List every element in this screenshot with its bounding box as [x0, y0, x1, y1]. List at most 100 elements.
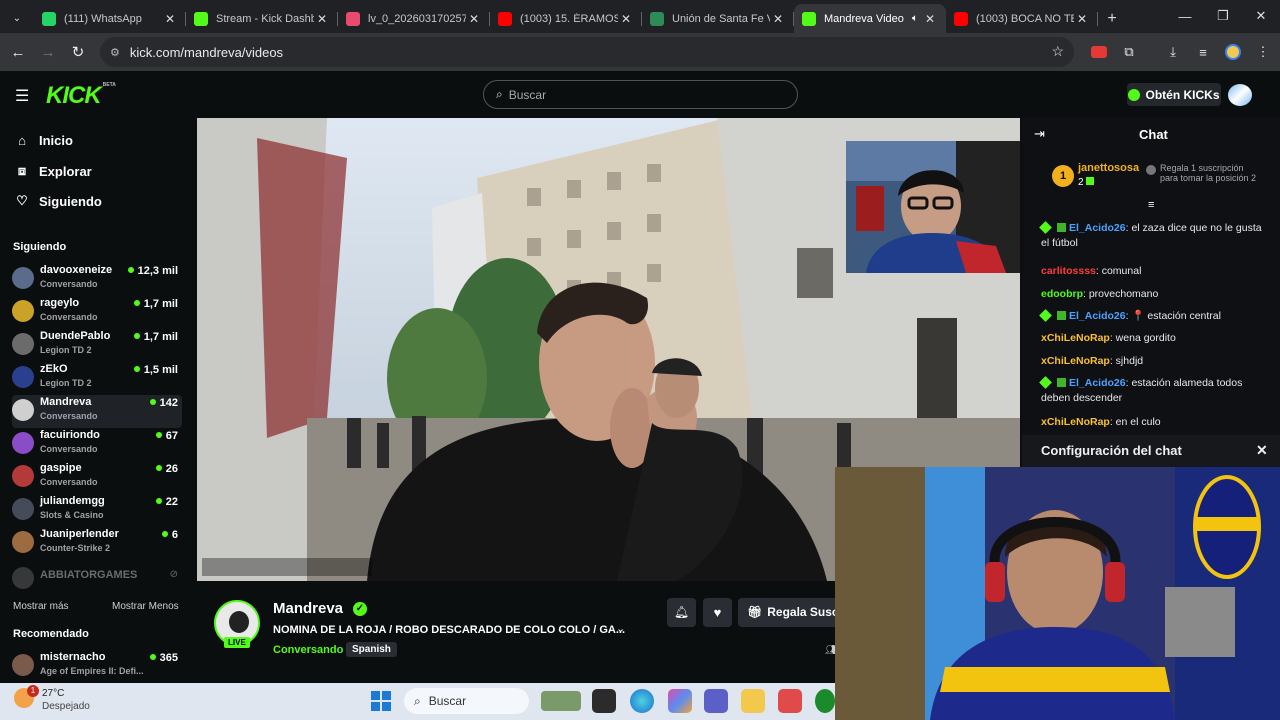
gift-label: Regala Susc	[767, 605, 837, 619]
chat-username[interactable]: edoobrp	[1041, 288, 1083, 300]
close-settings-icon[interactable]: ✕	[1256, 442, 1268, 459]
app-icon[interactable]	[815, 689, 835, 713]
close-tab-icon[interactable]: ✕	[314, 12, 330, 26]
sidebar-channel[interactable]: rageylo Conversando 1,7 mil	[12, 296, 182, 329]
chat-username[interactable]: El_Acido26	[1069, 310, 1126, 322]
sidebar-nav-item[interactable]: ⧈ Explorar	[14, 163, 92, 179]
close-tab-icon[interactable]: ✕	[1074, 12, 1090, 26]
tab-audio-icon[interactable]: 🔈︎	[912, 13, 918, 24]
extension-youtube-icon[interactable]	[1091, 46, 1107, 58]
follow-heart-icon[interactable]: ♥	[703, 598, 732, 627]
chat-username[interactable]: xChiLeNoRap	[1041, 332, 1110, 344]
leaderboard-user[interactable]: janettososa	[1078, 162, 1139, 174]
tab-title: (1003) 15. ÉRAMOS (	[520, 12, 618, 25]
language-tag[interactable]: Spanish	[346, 642, 397, 657]
new-tab-button[interactable]: +	[1098, 5, 1126, 33]
chat-settings-header: Configuración del chat ✕	[1022, 435, 1280, 467]
close-tab-icon[interactable]: ✕	[162, 12, 178, 26]
search-input[interactable]: ⌕ Buscar	[483, 80, 798, 109]
maximize-icon[interactable]: ❐	[1204, 0, 1242, 32]
sidebar-channel[interactable]: juliandemgg Slots & Casino 22	[12, 494, 182, 527]
close-tab-icon[interactable]: ✕	[618, 12, 634, 26]
chat-username[interactable]: El_Acido26	[1069, 377, 1126, 389]
edge-icon[interactable]	[630, 689, 654, 713]
close-tab-icon[interactable]: ✕	[770, 12, 786, 26]
reload-icon[interactable]: ↻	[63, 37, 93, 67]
channel-category: Conversando	[40, 279, 98, 289]
sidebar-nav-item[interactable]: ⌂ Inicio	[14, 133, 73, 148]
extensions-puzzle-icon[interactable]: ⧉	[1119, 42, 1139, 62]
chat-username[interactable]: xChiLeNoRap	[1041, 355, 1110, 367]
close-window-icon[interactable]: ✕	[1242, 0, 1280, 32]
start-icon[interactable]	[370, 690, 392, 712]
back-icon[interactable]: ←	[3, 37, 33, 67]
show-more-link[interactable]: Mostrar más	[13, 601, 69, 612]
browser-tab[interactable]: Stream - Kick Dashbo ✕	[186, 4, 338, 33]
download-icon[interactable]: ⤓	[1163, 42, 1183, 62]
url-text: kick.com/mandreva/videos	[129, 44, 284, 60]
recommended-channel[interactable]: misternacho Age of Empires II: Defi... 3…	[12, 650, 182, 683]
file-explorer-icon[interactable]	[741, 689, 765, 713]
stream-category[interactable]: Conversando	[273, 644, 343, 656]
close-tab-icon[interactable]: ✕	[466, 12, 482, 26]
sidebar-channel-offline[interactable]: ABBIATORGAMES ⊘	[12, 563, 182, 596]
forward-icon[interactable]: →	[33, 37, 63, 67]
browser-tab[interactable]: Mandreva Video 🔈︎ ✕	[794, 4, 946, 33]
streamer-name[interactable]: Mandreva	[273, 600, 343, 617]
task-view-icon[interactable]	[592, 689, 616, 713]
capcut-icon	[346, 11, 360, 26]
channel-name: misternacho	[40, 651, 106, 663]
avatar	[12, 567, 34, 589]
chat-username[interactable]: xChiLeNoRap	[1041, 416, 1110, 428]
get-kicks-button[interactable]: Obtén KICKs	[1127, 83, 1221, 106]
browser-tab[interactable]: Unión de Santa Fe V ✕	[642, 4, 794, 33]
bookmark-star-icon[interactable]: ☆	[1051, 43, 1064, 60]
expand-leaderboard-icon[interactable]: ≡	[1148, 199, 1154, 211]
channel-name: zEkO	[40, 363, 68, 375]
search-placeholder: Buscar	[508, 87, 547, 102]
gift-subscription-button[interactable]: 🎁︎ Regala Susc	[738, 598, 837, 627]
url-field[interactable]: ⚙ kick.com/mandreva/videos ☆	[100, 37, 1074, 67]
user-avatar[interactable]	[1228, 84, 1252, 106]
sub-badge-icon	[1057, 311, 1066, 320]
site-info-icon[interactable]: ⚙	[110, 46, 120, 59]
profile-avatar[interactable]	[1225, 44, 1241, 60]
channel-category: Conversando	[40, 411, 98, 421]
sidebar-channel[interactable]: Juaniperlender Counter-Strike 2 6	[12, 527, 182, 560]
browser-tab[interactable]: (111) WhatsApp ✕	[34, 4, 186, 33]
taskbar-search[interactable]: ⌕ Buscar	[404, 688, 529, 714]
chat-username[interactable]: El_Acido26	[1069, 222, 1126, 234]
tab-search-icon[interactable]: ⌄	[0, 4, 34, 33]
chat-text: : wena gordito	[1109, 332, 1176, 344]
chat-title: Chat	[1139, 127, 1168, 142]
avatar	[12, 267, 34, 289]
copilot-icon[interactable]	[668, 689, 692, 713]
teams-icon[interactable]	[704, 689, 728, 713]
media-control-icon[interactable]: ≡	[1193, 42, 1213, 62]
sidebar-channel[interactable]: Mandreva Conversando 142	[12, 395, 182, 428]
close-tab-icon[interactable]: ✕	[922, 12, 938, 26]
nav-label: Inicio	[39, 133, 73, 148]
browser-tab[interactable]: (1003) BOCA NO TE ✕	[946, 4, 1098, 33]
collapse-chat-icon[interactable]: ⇥	[1034, 126, 1045, 142]
hamburger-menu-icon[interactable]: ☰	[15, 86, 29, 106]
expand-title-icon[interactable]: ⌄	[616, 622, 625, 635]
sidebar-channel[interactable]: gaspipe Conversando 26	[12, 461, 182, 494]
browser-tab[interactable]: lv_0_20260317025756✕	[338, 4, 490, 33]
browser-menu-icon[interactable]: ⋮	[1253, 42, 1273, 62]
capcut-app-icon[interactable]	[778, 689, 802, 713]
sidebar-channel[interactable]: DuendePablo Legion TD 2 1,7 mil	[12, 329, 182, 362]
kick-logo[interactable]: KICK BETA	[46, 82, 116, 110]
show-less-link[interactable]: Mostrar Menos	[112, 601, 179, 612]
sidebar-channel[interactable]: facuiriondo Conversando 67	[12, 428, 182, 461]
sidebar-channel[interactable]: davooxeneize Conversando 12,3 mil	[12, 263, 182, 296]
chat-username[interactable]: carlitossss	[1041, 265, 1096, 277]
sub-badge-icon	[1057, 223, 1066, 232]
minimize-icon[interactable]: —	[1166, 0, 1204, 32]
sidebar-nav-item[interactable]: ♡ Siguiendo	[14, 193, 102, 209]
streamer-webcam	[846, 141, 1020, 273]
notification-bell-icon[interactable]: 🔔︎	[667, 598, 696, 627]
browser-tab-bar: ⌄ (111) WhatsApp ✕ Stream - Kick Dashbo ✕ lv…	[0, 0, 1280, 33]
browser-tab[interactable]: (1003) 15. ÉRAMOS (✕	[490, 4, 642, 33]
sidebar-channel[interactable]: zEkO Legion TD 2 1,5 mil	[12, 362, 182, 395]
